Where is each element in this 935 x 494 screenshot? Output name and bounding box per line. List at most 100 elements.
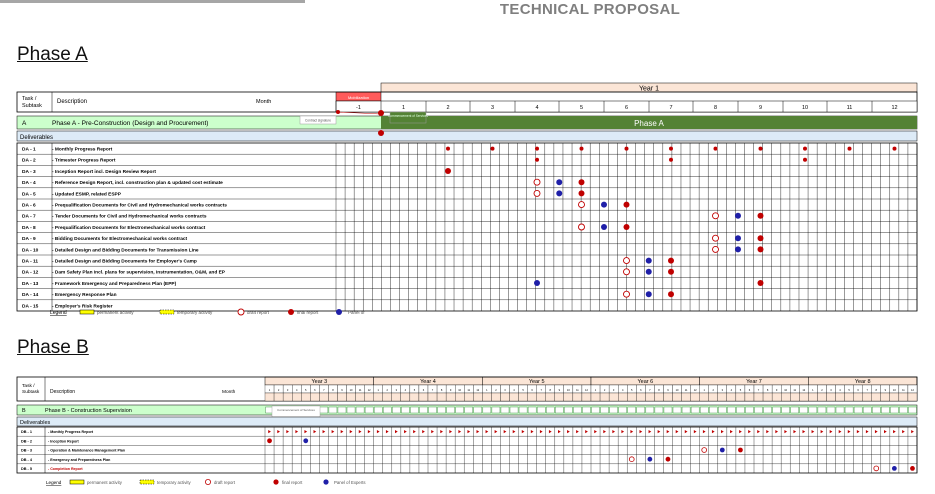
legend-temporary-swatch xyxy=(159,309,175,315)
commencement-note-text: Commencement of Services xyxy=(388,114,428,118)
phase-b-panel-marker xyxy=(647,456,653,462)
phase-b-legend-draft-marker xyxy=(204,478,211,485)
phase-b-month-shade xyxy=(627,392,637,402)
phase-b-activity-cell xyxy=(790,406,799,414)
phase-b-activity-cell xyxy=(392,406,401,414)
phase-b-activity-cell xyxy=(881,406,890,414)
monthly-report-marker xyxy=(385,430,389,434)
monthly-report-marker xyxy=(313,430,317,434)
draft-report-marker xyxy=(712,212,719,220)
phase-b-panel-marker xyxy=(719,447,725,453)
phase-b-title: Phase B - Construction Supervision xyxy=(45,408,132,414)
phase-b-month-shade xyxy=(717,392,727,402)
phase-b-activity-cell xyxy=(781,406,790,414)
phase-b-month-shade xyxy=(436,392,447,402)
monthly-report-marker xyxy=(277,430,280,434)
phase-b-activity-cell xyxy=(355,406,365,414)
phase-b-activity-cell xyxy=(609,406,618,414)
phase-b-month-shade xyxy=(708,392,718,402)
phase-b-activity-cell xyxy=(555,406,564,414)
phase-b-month-shade xyxy=(771,392,782,402)
phase-b-month-shade xyxy=(835,392,845,402)
monthly-report-marker xyxy=(576,430,579,434)
phase-b-activity-cell xyxy=(618,406,627,414)
monthly-report-marker xyxy=(494,430,498,434)
phase-b-month-shade xyxy=(364,392,374,402)
phase-b-activity-cell xyxy=(799,406,809,414)
phase-b-month-shade xyxy=(282,392,293,402)
deliverables-label: Deliverables xyxy=(20,135,53,141)
month-number: 12 xyxy=(891,105,897,111)
year-label: Year 4 xyxy=(420,379,436,385)
phase-b-month-shade xyxy=(563,392,574,402)
phase-b-month-shade xyxy=(790,392,800,402)
year-label: Year 5 xyxy=(529,379,545,385)
phase-b-legend-panel-marker xyxy=(323,479,329,485)
phase-b-row-code: DB - 2 xyxy=(21,439,32,443)
monthly-report-marker xyxy=(693,430,697,434)
month-number: 10 xyxy=(802,105,808,111)
phase-b-month-shade xyxy=(554,392,564,402)
phase-b-legend-temporary-swatch xyxy=(139,479,155,485)
month-number: 1 xyxy=(402,105,405,111)
panel-marker xyxy=(601,201,607,208)
phase-b-month-shade xyxy=(400,392,411,402)
month-number: 9 xyxy=(759,105,762,111)
final-report-marker xyxy=(668,291,674,298)
monthly-report-marker xyxy=(820,430,824,434)
month-number: 3 xyxy=(491,105,494,111)
monthly-report-marker xyxy=(476,430,480,434)
phase-b-final-marker xyxy=(267,438,272,444)
phase-b-month-shade xyxy=(509,392,519,402)
phase-a-gantt-chart: Year 1MobilizationTask /SubtaskDescripti… xyxy=(16,82,918,485)
draft-report-marker xyxy=(578,223,585,231)
phase-b-legend-final-label: final report xyxy=(282,480,303,485)
monthly-report-marker xyxy=(395,430,398,434)
phase-start-marker xyxy=(378,130,384,136)
final-report-marker xyxy=(803,157,807,162)
legend-draft-marker xyxy=(237,308,245,316)
row-code: DA - 1 xyxy=(22,147,36,153)
monthly-report-marker xyxy=(449,430,453,434)
phase-b-activity-cell xyxy=(699,406,709,414)
phase-b-activity-cell xyxy=(346,406,356,414)
year-1-label: Year 1 xyxy=(639,86,659,93)
phase-b-activity-cell xyxy=(383,406,392,414)
monthly-report-marker xyxy=(784,430,788,434)
phase-b-month-shade xyxy=(608,392,619,402)
final-report-marker xyxy=(757,246,764,253)
phase-b-row-code: DB - 5 xyxy=(21,467,32,471)
row-code: DA - 8 xyxy=(22,225,36,231)
phase-b-month-shade xyxy=(445,392,456,402)
phase-b-month-shade xyxy=(264,392,275,402)
phase-b-legend-final-marker xyxy=(273,479,279,485)
row-code: DA - 3 xyxy=(22,169,36,175)
row-description: - Monthly Progress Report xyxy=(52,147,113,153)
phase-b-activity-cell xyxy=(455,406,464,414)
phase-b-month-shade xyxy=(581,392,592,402)
phase-b-month-shade xyxy=(382,392,392,402)
phase-b-activity-cell xyxy=(736,406,745,414)
monthly-report-marker xyxy=(349,430,353,434)
phase-b-activity-cell xyxy=(527,406,537,414)
phase-b-activity-cell xyxy=(600,406,609,414)
legend-panel-marker xyxy=(336,309,342,315)
panel-marker xyxy=(735,235,741,242)
monthly-report-marker xyxy=(865,430,869,434)
final-report-marker xyxy=(623,224,630,230)
monthly-report-marker xyxy=(721,430,724,434)
phase-b-final-marker xyxy=(910,466,915,471)
phase-b-activity-cell xyxy=(546,406,555,414)
phase-b-deliverables-band xyxy=(16,416,918,427)
final-report-marker xyxy=(757,280,764,286)
phase-b-activity-cell xyxy=(899,406,908,414)
phase-b-activity-cell xyxy=(564,406,573,414)
phase-b-activity-cell xyxy=(473,406,483,414)
phase-b-month-shade xyxy=(744,392,755,402)
monthly-report-marker xyxy=(621,430,625,434)
year-label: Year 3 xyxy=(311,379,327,385)
phase-b-activity-cell xyxy=(808,406,818,414)
final-report-marker xyxy=(535,157,539,162)
phase-b-col-task: Task / xyxy=(22,383,35,389)
phase-b-month-shade xyxy=(663,392,673,402)
